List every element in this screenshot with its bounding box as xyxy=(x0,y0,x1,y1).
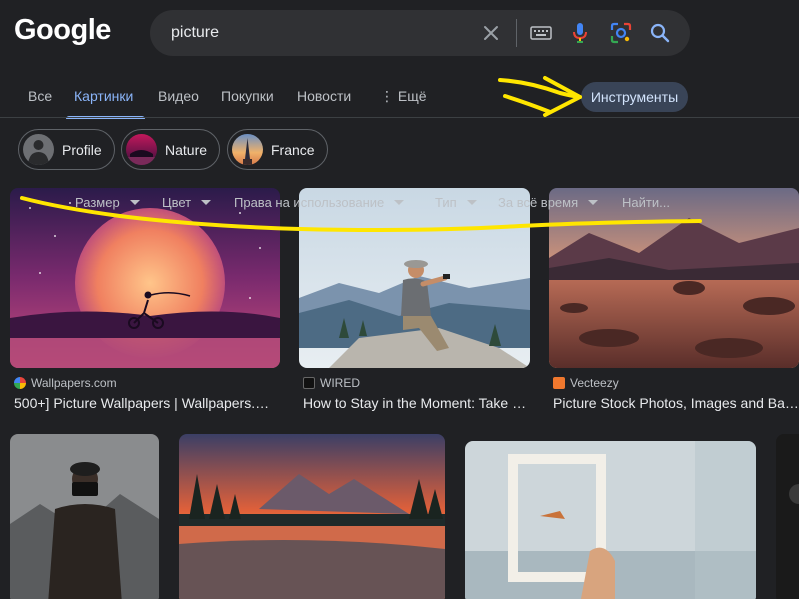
result-image[interactable] xyxy=(179,434,445,599)
chevron-down-icon xyxy=(466,200,477,205)
chevron-down-icon xyxy=(588,200,599,205)
tab-all[interactable]: Все xyxy=(28,88,52,104)
filter-color[interactable]: Цвет xyxy=(162,195,212,210)
search-bar[interactable]: picture xyxy=(150,10,690,56)
result-title[interactable]: How to Stay in the Moment: Take Fewer Pi… xyxy=(303,395,527,411)
tab-images[interactable]: Картинки xyxy=(74,88,133,104)
tab-shopping[interactable]: Покупки xyxy=(221,88,274,104)
chevron-down-icon xyxy=(201,200,212,205)
result-source[interactable]: Vecteezy xyxy=(553,376,619,390)
wired-favicon-icon xyxy=(303,377,315,389)
lens-camera-icon[interactable] xyxy=(609,21,633,45)
tabs-divider xyxy=(0,117,799,118)
chip-france[interactable]: France xyxy=(227,129,328,170)
google-images-page: Google picture Все Картинки Видео Покупк… xyxy=(0,0,799,599)
result-image[interactable] xyxy=(465,441,756,599)
result-image[interactable] xyxy=(10,434,159,599)
chip-label: Nature xyxy=(165,141,208,158)
filter-size[interactable]: Размер xyxy=(75,195,140,210)
chevron-down-icon xyxy=(129,200,140,205)
chip-nature[interactable]: Nature xyxy=(121,129,221,170)
vecteezy-favicon-icon xyxy=(553,377,565,389)
tab-news[interactable]: Новости xyxy=(297,88,351,104)
keyboard-icon[interactable] xyxy=(529,21,553,45)
microphone-icon[interactable] xyxy=(568,21,592,45)
search-tools-bar: Размер Цвет Права на использование Тип З… xyxy=(0,188,799,216)
search-input[interactable]: picture xyxy=(171,24,219,42)
result-source[interactable]: Wallpapers.com xyxy=(14,376,117,390)
filter-time[interactable]: За всё время xyxy=(498,195,599,210)
filter-usage-rights[interactable]: Права на использование xyxy=(234,195,405,210)
chip-label: France xyxy=(271,141,315,158)
tab-video[interactable]: Видео xyxy=(158,88,199,104)
result-title[interactable]: Picture Stock Photos, Images and Backgro… xyxy=(553,395,799,411)
result-image[interactable] xyxy=(776,434,799,599)
tools-button[interactable]: Инструменты xyxy=(581,82,688,112)
wallpapers-favicon-icon xyxy=(14,377,26,389)
chip-nature-thumbnail xyxy=(126,134,157,165)
result-source[interactable]: WIRED xyxy=(303,376,360,390)
filter-type[interactable]: Тип xyxy=(435,195,477,210)
chip-label: Profile xyxy=(62,141,102,158)
search-divider xyxy=(516,19,517,47)
chevron-down-icon xyxy=(394,200,405,205)
chip-profile[interactable]: Profile xyxy=(18,129,115,170)
filter-search-more[interactable]: Найти... xyxy=(622,195,670,210)
chip-france-thumbnail xyxy=(232,134,263,165)
tab-more[interactable]: ⋮ Ещё xyxy=(380,88,427,105)
google-logo[interactable]: Google xyxy=(14,14,111,47)
result-title[interactable]: 500+] Picture Wallpapers | Wallpapers.co… xyxy=(14,395,276,411)
search-icon[interactable] xyxy=(648,21,672,45)
chip-profile-thumbnail xyxy=(23,134,54,165)
clear-icon[interactable] xyxy=(479,21,503,45)
